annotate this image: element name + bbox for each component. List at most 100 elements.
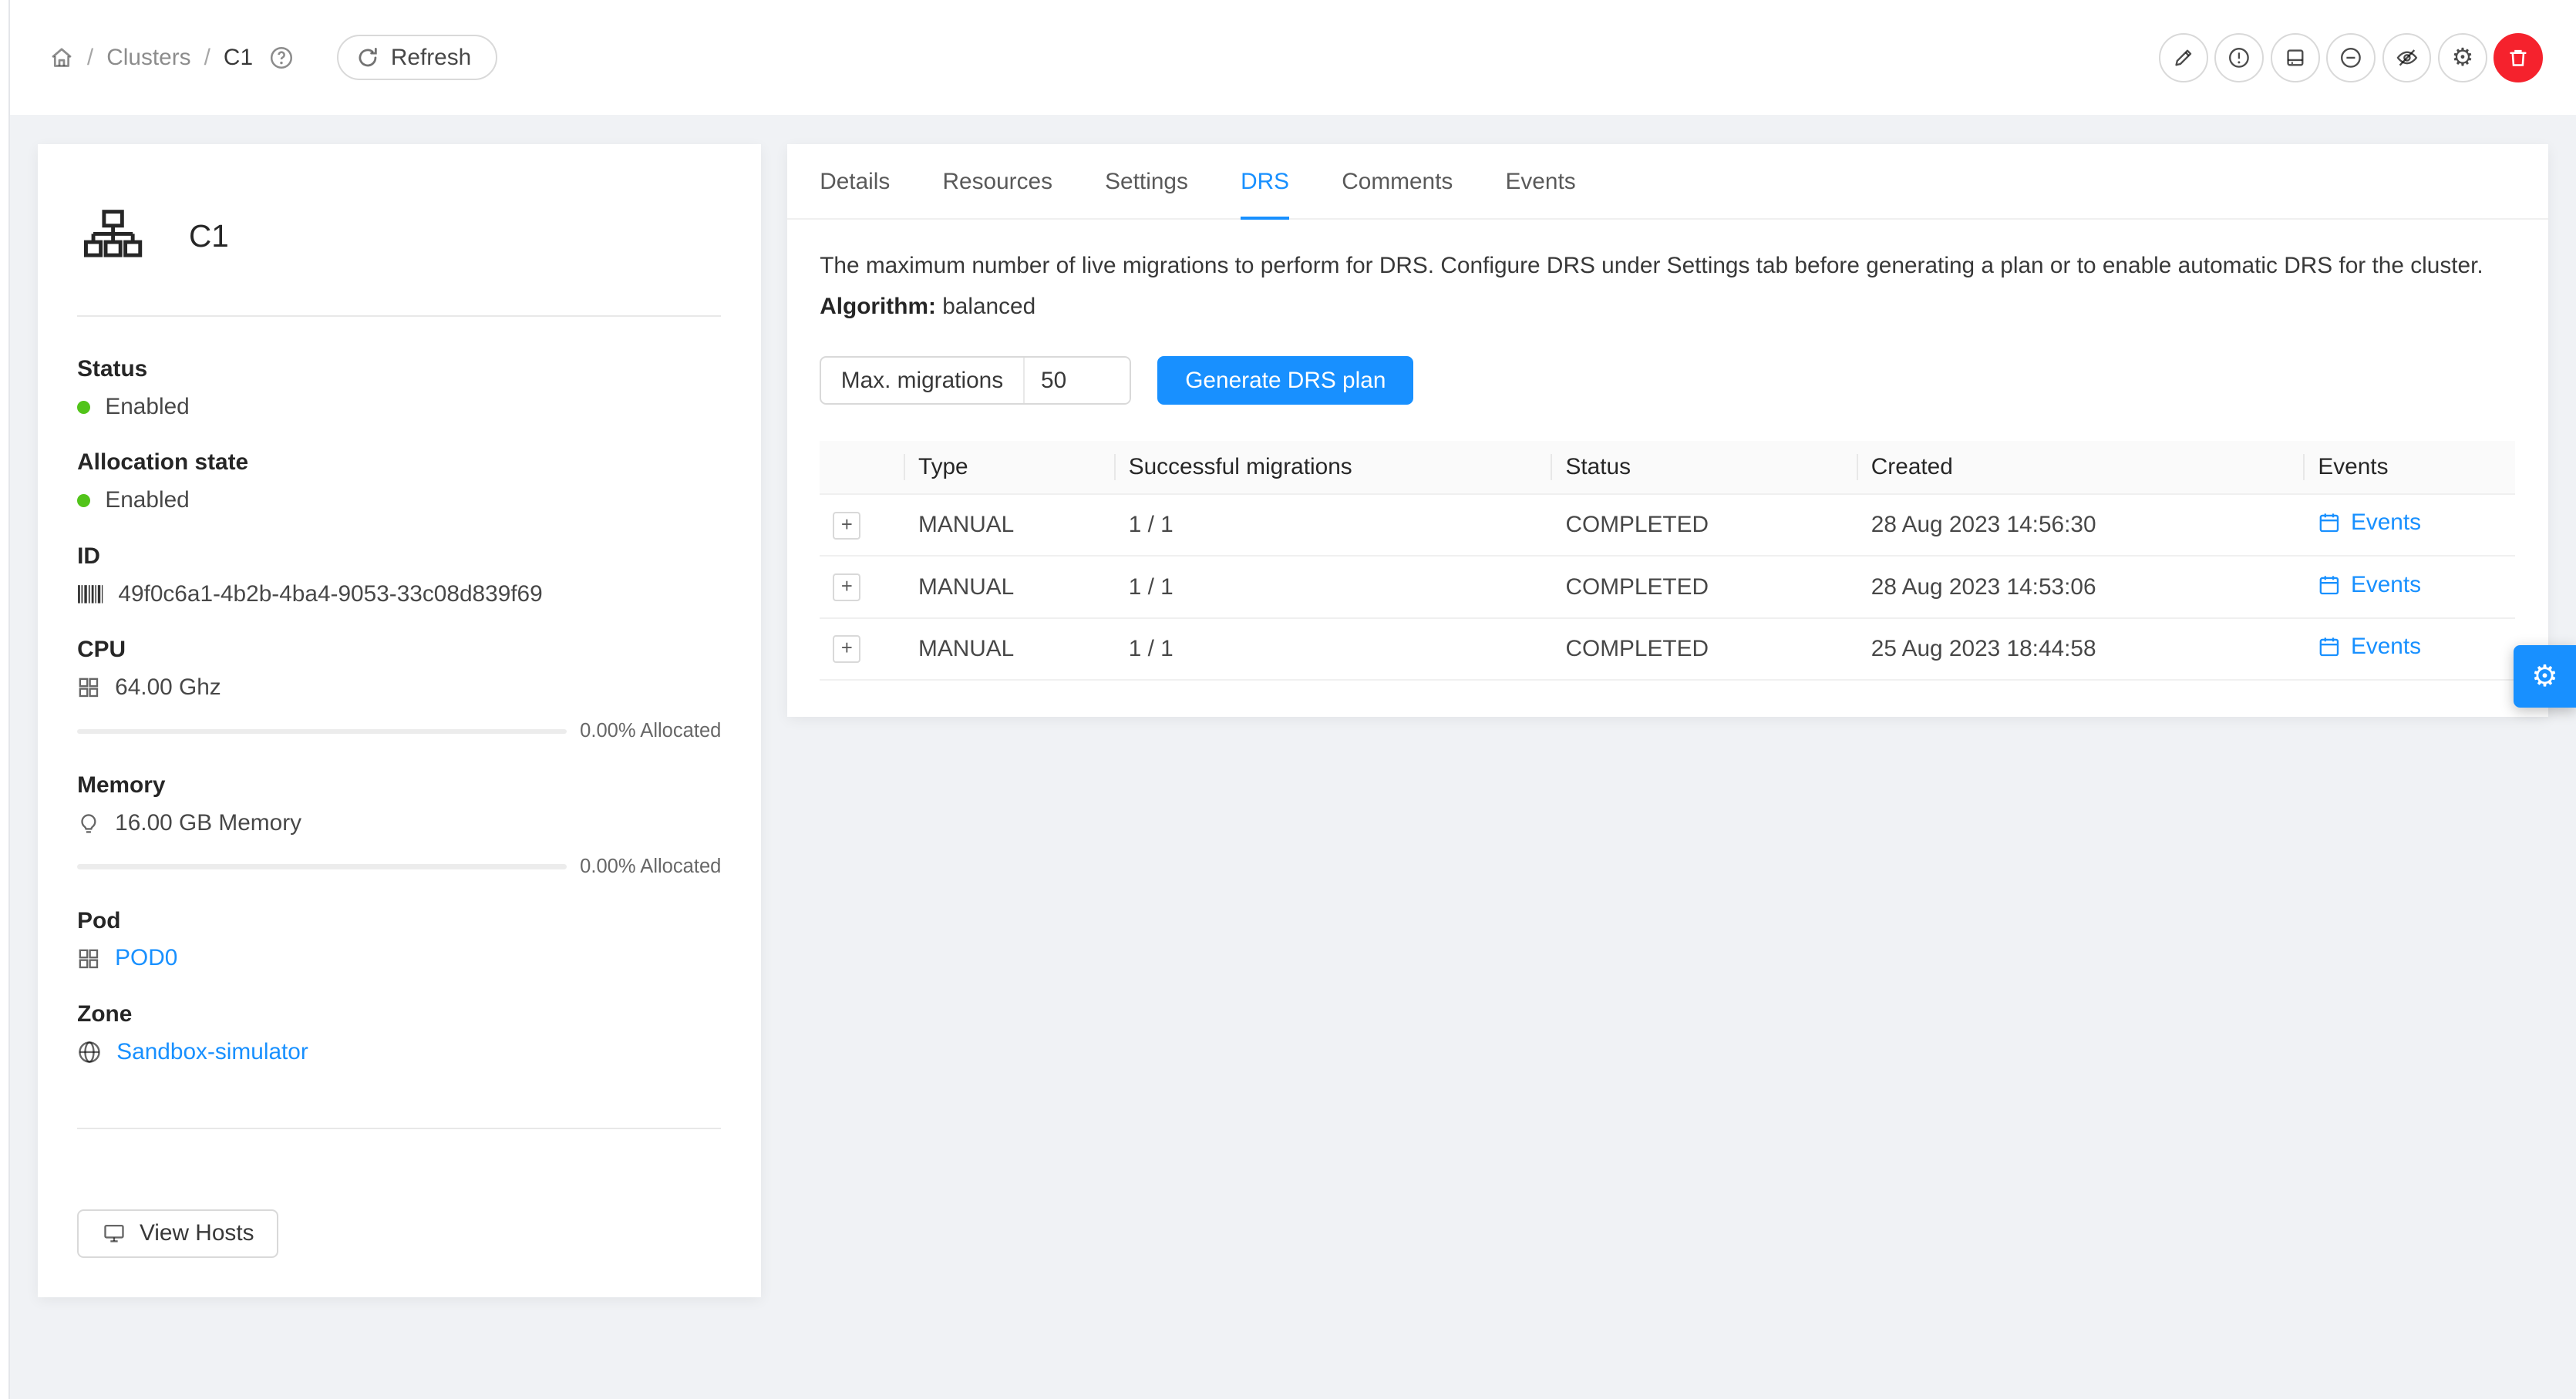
drs-plans-table: Type Successful migrations Status Create… <box>820 441 2515 681</box>
floating-settings-button[interactable]: ⚙ <box>2514 645 2576 708</box>
breadcrumb-clusters-link[interactable]: Clusters <box>106 45 190 71</box>
collapsed-sidebar <box>0 0 10 1399</box>
help-circle-icon[interactable] <box>269 45 294 70</box>
drs-algorithm-line: Algorithm: balanced <box>820 294 2515 320</box>
tab-resources[interactable]: Resources <box>943 144 1053 220</box>
rack-outage-icon[interactable] <box>2271 33 2320 82</box>
drs-controls: Max. migrations Generate DRS plan <box>820 356 2515 405</box>
table-header-row: Type Successful migrations Status Create… <box>820 441 2515 494</box>
memory-progress-bar <box>77 864 567 869</box>
id-value: 49f0c6a1-4b2b-4ba4-9053-33c08d839f69 <box>118 581 542 607</box>
row-created: 28 Aug 2023 14:56:30 <box>1858 494 2305 556</box>
calendar-icon <box>2318 511 2341 534</box>
max-migrations-label: Max. migrations <box>821 358 1023 404</box>
detail-card: Details Resources Settings DRS Comments … <box>787 144 2548 716</box>
cpu-label: CPU <box>77 637 721 663</box>
row-created: 25 Aug 2023 18:44:58 <box>1858 618 2305 680</box>
status-section: Status Enabled <box>77 356 721 420</box>
tab-drs[interactable]: DRS <box>1241 144 1289 220</box>
allocation-label: Allocation state <box>77 449 721 476</box>
expand-row-button[interactable]: + <box>833 573 860 601</box>
barcode-icon <box>77 583 103 605</box>
generate-drs-plan-button[interactable]: Generate DRS plan <box>1157 356 1413 405</box>
home-icon[interactable] <box>49 45 74 70</box>
globe-icon <box>77 1040 102 1064</box>
view-hosts-button[interactable]: View Hosts <box>77 1209 278 1259</box>
gear-glyph: ⚙ <box>2531 662 2557 691</box>
row-status: COMPLETED <box>1552 618 1857 680</box>
zone-label: Zone <box>77 1001 721 1027</box>
bulb-icon <box>77 812 100 835</box>
status-dot-icon <box>77 401 90 414</box>
zone-section: Zone Sandbox-simulator <box>77 1001 721 1065</box>
breadcrumb-separator: / <box>87 45 93 71</box>
allocation-section: Allocation state Enabled <box>77 449 721 513</box>
cpu-section: CPU 64.00 Ghz 0.00% Allocated <box>77 637 721 742</box>
max-migrations-input[interactable] <box>1023 358 1130 404</box>
pod-section: Pod POD0 <box>77 908 721 972</box>
row-events-link[interactable]: Events <box>2318 509 2421 536</box>
memory-label: Memory <box>77 772 721 799</box>
algorithm-label: Algorithm: <box>820 294 936 319</box>
row-events-link[interactable]: Events <box>2318 572 2421 598</box>
type-column-header: Type <box>905 441 1116 494</box>
id-section: ID 49f0c6a1-4b2b-4ba4-9053-33c08d839f69 <box>77 543 721 607</box>
minus-circle-icon[interactable] <box>2326 33 2376 82</box>
cpu-value: 64.00 Ghz <box>115 674 221 701</box>
row-status: COMPLETED <box>1552 494 1857 556</box>
tab-details[interactable]: Details <box>820 144 890 220</box>
cpu-grid-icon <box>77 676 100 699</box>
expand-column-header <box>820 441 905 494</box>
zone-link[interactable]: Sandbox-simulator <box>116 1039 308 1065</box>
calendar-icon <box>2318 635 2341 658</box>
refresh-button[interactable]: Refresh <box>337 35 498 80</box>
breadcrumb-separator: / <box>204 45 210 71</box>
cpu-allocated-text: 0.00% Allocated <box>580 720 721 742</box>
row-type: MANUAL <box>905 494 1116 556</box>
divider <box>77 1128 721 1129</box>
breadcrumb: / Clusters / C1 Refresh <box>49 35 497 80</box>
status-value: Enabled <box>105 394 189 420</box>
pod-label: Pod <box>77 908 721 934</box>
table-row: + MANUAL 1 / 1 COMPLETED 25 Aug 2023 18:… <box>820 618 2515 680</box>
row-migrations: 1 / 1 <box>1116 556 1553 617</box>
delete-trash-icon[interactable] <box>2494 33 2543 82</box>
row-created: 28 Aug 2023 14:53:06 <box>1858 556 2305 617</box>
row-migrations: 1 / 1 <box>1116 494 1553 556</box>
tab-settings[interactable]: Settings <box>1105 144 1188 220</box>
created-column-header: Created <box>1858 441 2305 494</box>
row-migrations: 1 / 1 <box>1116 618 1553 680</box>
row-events-label: Events <box>2351 509 2421 536</box>
migrations-column-header: Successful migrations <box>1116 441 1553 494</box>
divider <box>77 315 721 317</box>
refresh-label: Refresh <box>391 45 471 71</box>
tab-events[interactable]: Events <box>1506 144 1576 220</box>
events-column-header: Events <box>2305 441 2515 494</box>
row-type: MANUAL <box>905 618 1116 680</box>
app-root: / Clusters / C1 Refresh <box>0 0 2576 1399</box>
status-column-header: Status <box>1552 441 1857 494</box>
tab-bar: Details Resources Settings DRS Comments … <box>787 144 2548 220</box>
pod-link[interactable]: POD0 <box>115 945 177 971</box>
expand-row-button[interactable]: + <box>833 635 860 663</box>
cpu-progress-bar <box>77 729 567 734</box>
id-label: ID <box>77 543 721 570</box>
exclamation-circle-icon[interactable] <box>2214 33 2264 82</box>
row-type: MANUAL <box>905 556 1116 617</box>
max-migrations-group: Max. migrations <box>820 356 1131 405</box>
allocation-value: Enabled <box>105 487 189 513</box>
table-row: + MANUAL 1 / 1 COMPLETED 28 Aug 2023 14:… <box>820 494 2515 556</box>
resource-title: C1 <box>189 218 229 254</box>
pod-grid-icon <box>77 947 100 970</box>
row-status: COMPLETED <box>1552 556 1857 617</box>
eye-slash-icon[interactable] <box>2382 33 2432 82</box>
algorithm-value: balanced <box>942 294 1035 319</box>
expand-row-button[interactable]: + <box>833 512 860 540</box>
gear-glyph: ⚙ <box>2452 45 2474 70</box>
row-events-link[interactable]: Events <box>2318 634 2421 660</box>
tab-comments[interactable]: Comments <box>1342 144 1453 220</box>
gear-icon[interactable]: ⚙ <box>2438 33 2487 82</box>
calendar-icon <box>2318 573 2341 597</box>
edit-pencil-icon[interactable] <box>2159 33 2208 82</box>
resource-info-card: C1 Status Enabled Allocation state Enabl… <box>38 144 761 1297</box>
